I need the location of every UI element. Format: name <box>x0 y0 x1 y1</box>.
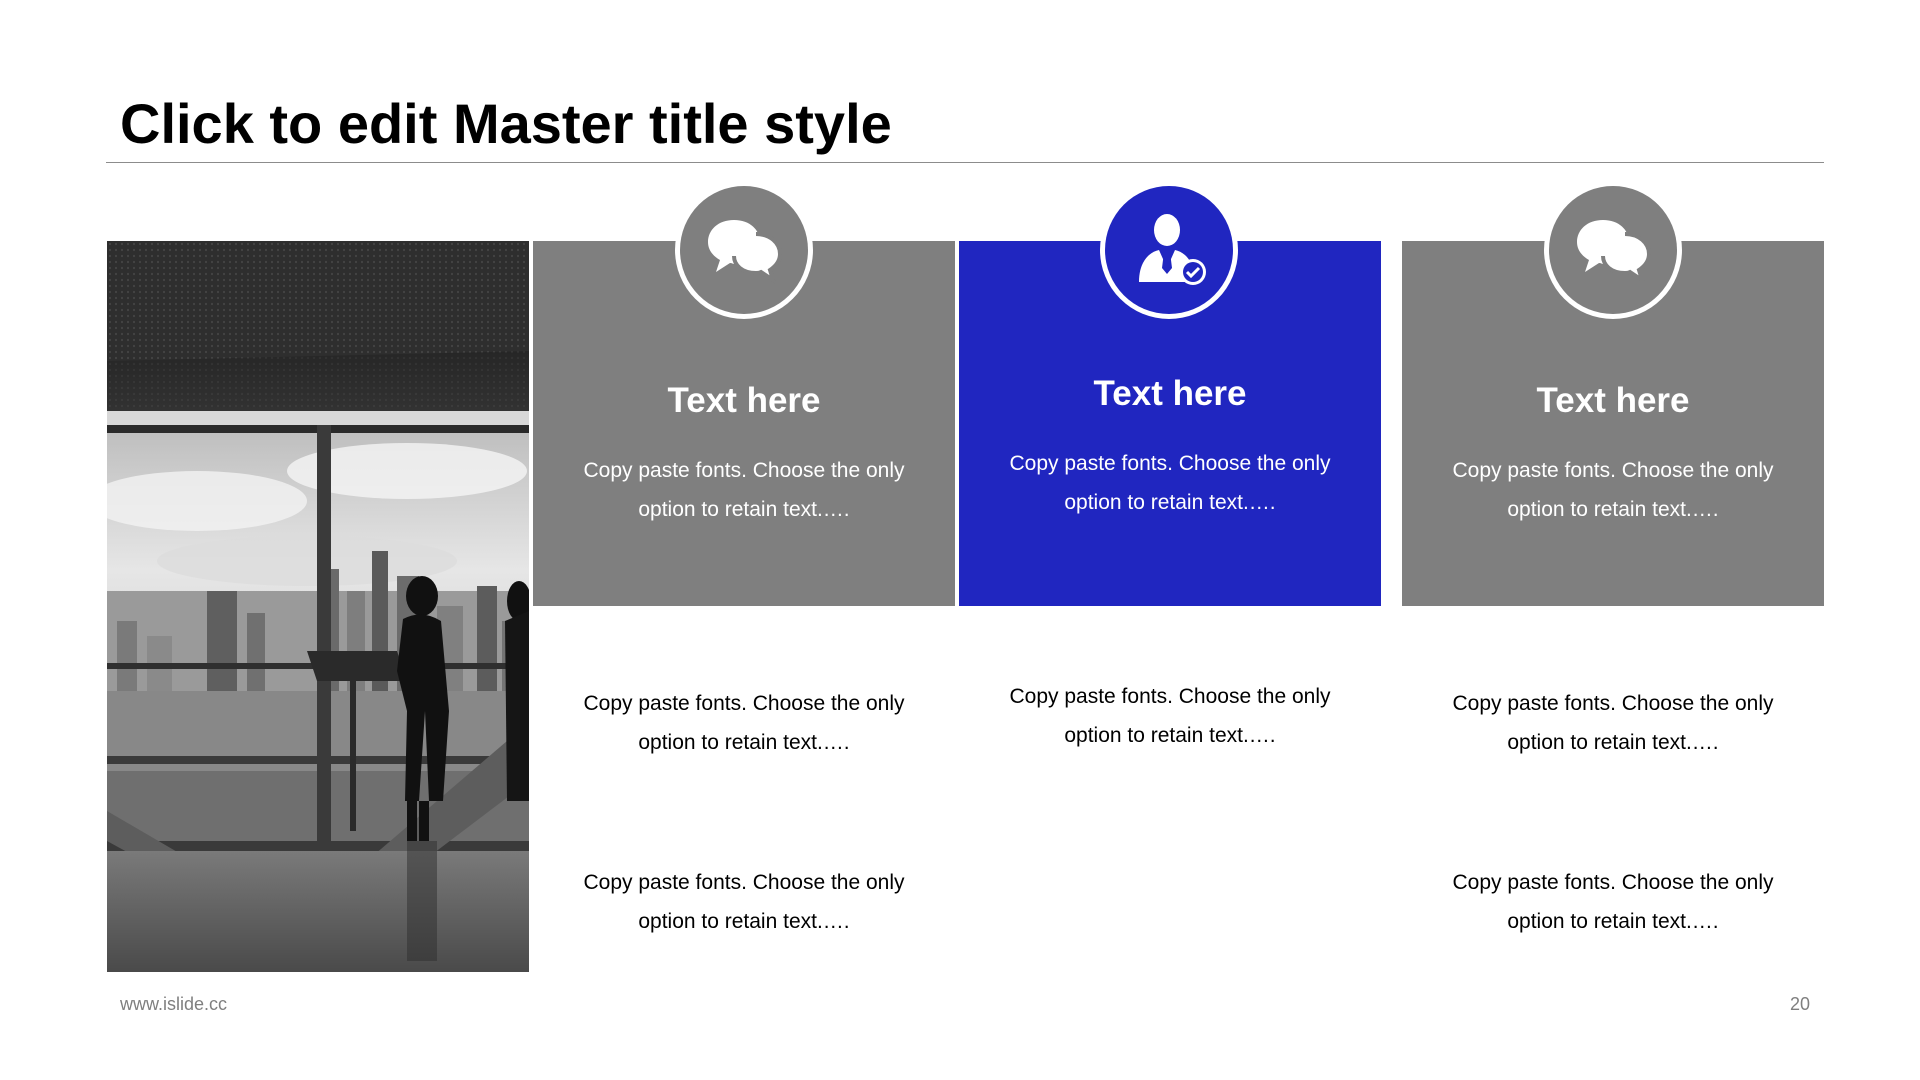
card-text: Copy paste fonts. Choose the only option… <box>583 459 905 521</box>
businessman-check-icon <box>1139 214 1206 285</box>
card-text: Copy paste fonts. Choose the only option… <box>1452 459 1774 521</box>
column-1-text-1: Copy paste fonts. Choose the only option… <box>583 692 905 754</box>
card-1-badge <box>675 181 813 319</box>
card-3-badge <box>1544 181 1682 319</box>
column-1-text-2: Copy paste fonts. Choose the only option… <box>583 871 905 933</box>
card-2-badge <box>1100 181 1238 319</box>
footer-url[interactable]: www.islide.cc <box>120 994 227 1015</box>
card-heading: Text here <box>1536 381 1690 420</box>
card-text: Copy paste fonts. Choose the only option… <box>1009 452 1331 514</box>
column-3-text-1: Copy paste fonts. Choose the only option… <box>1452 692 1774 754</box>
title-divider <box>106 162 1824 163</box>
column-2-text-1: Copy paste fonts. Choose the only option… <box>1009 685 1331 747</box>
card-heading: Text here <box>667 381 821 420</box>
speech-bubbles-icon <box>708 220 783 285</box>
slide: Click to edit Master title style Text he… <box>0 0 1920 1080</box>
card-heading: Text here <box>1093 374 1247 413</box>
speech-bubbles-icon <box>1577 220 1652 285</box>
office-window-photo <box>107 241 529 972</box>
page-number: 20 <box>1789 994 1810 1014</box>
column-3-text-2: Copy paste fonts. Choose the only option… <box>1452 871 1774 933</box>
slide-title[interactable]: Click to edit Master title style <box>120 86 892 162</box>
